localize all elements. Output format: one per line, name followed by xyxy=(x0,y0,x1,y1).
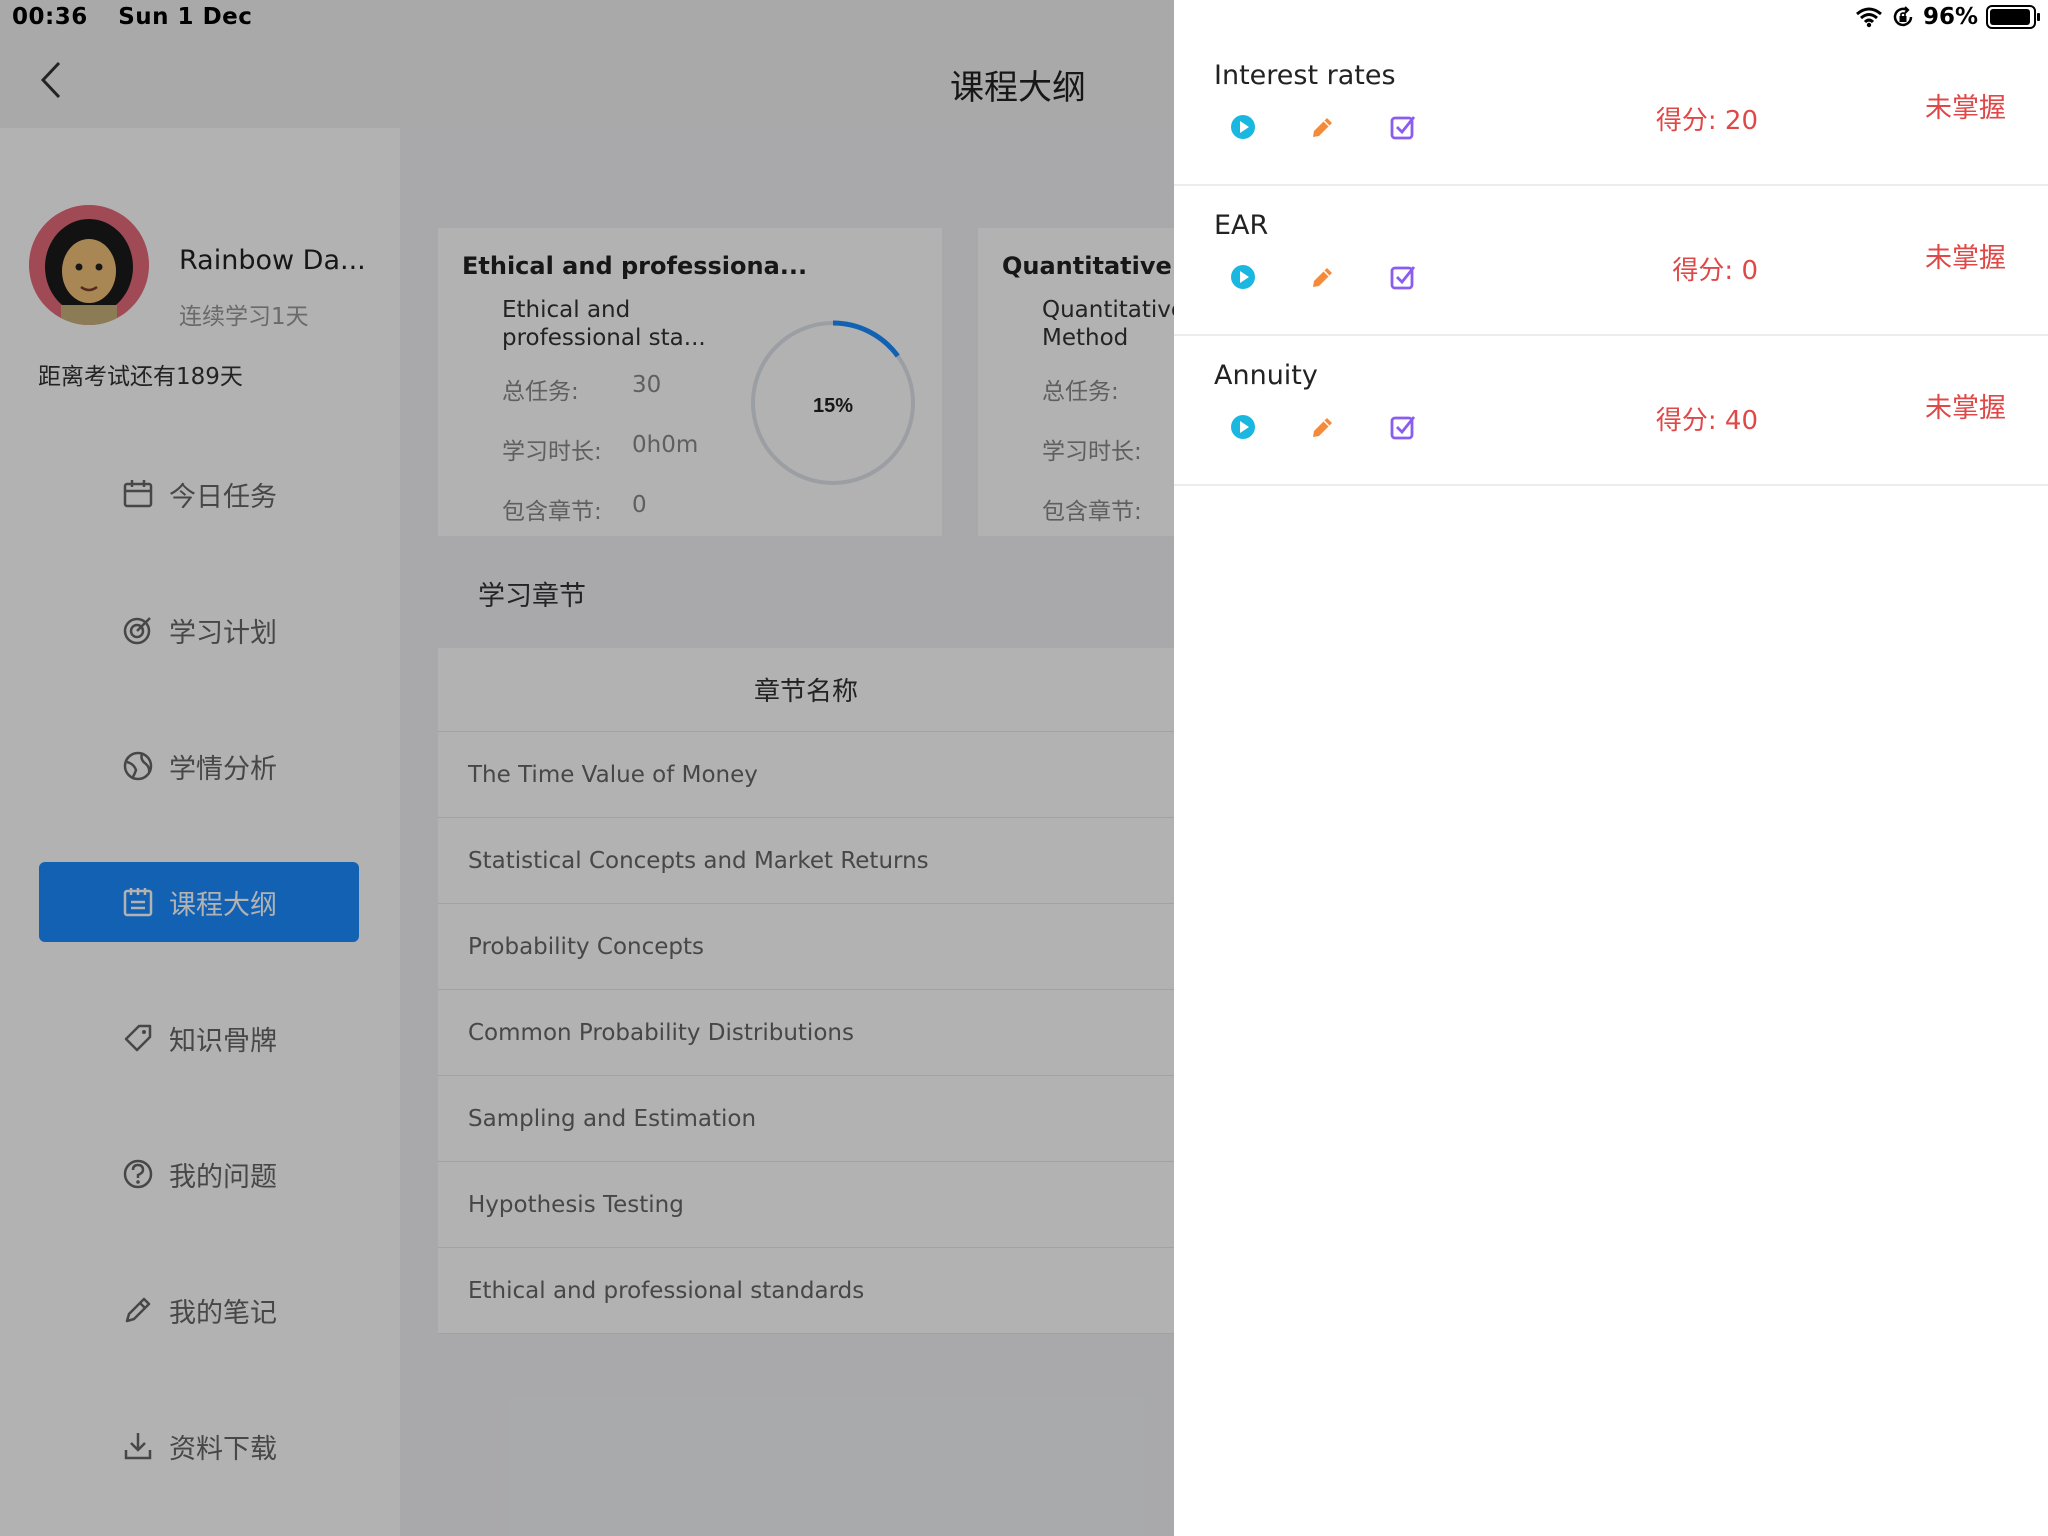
topic-name: EAR xyxy=(1214,210,1269,241)
battery-level xyxy=(1990,9,2031,25)
play-icon[interactable] xyxy=(1228,262,1258,292)
status-bar-right: 96% xyxy=(1847,4,2040,30)
battery-percent: 96% xyxy=(1922,4,1978,30)
topic-name: Annuity xyxy=(1214,360,1318,391)
play-icon[interactable] xyxy=(1228,412,1258,442)
checkbox-icon[interactable] xyxy=(1388,112,1418,142)
topic-score: 得分: 0 xyxy=(1672,256,1758,286)
topic-actions xyxy=(1228,112,1468,142)
mastery-status: 未掌握 xyxy=(1925,93,2006,124)
mastery-status: 未掌握 xyxy=(1925,243,2006,274)
edit-icon[interactable] xyxy=(1308,112,1338,142)
modal-backdrop[interactable] xyxy=(0,0,1174,1536)
checkbox-icon[interactable] xyxy=(1388,262,1418,292)
checkbox-icon[interactable] xyxy=(1388,412,1418,442)
topic-row[interactable]: EAR 得分: 0 未掌握 xyxy=(1174,186,2048,336)
edit-icon[interactable] xyxy=(1308,262,1338,292)
topic-row[interactable]: Interest rates 得分: 20 未掌握 xyxy=(1174,36,2048,186)
battery-icon xyxy=(1986,5,2040,29)
wifi-icon xyxy=(1855,7,1882,28)
topic-score: 得分: 20 xyxy=(1655,106,1758,136)
edit-icon[interactable] xyxy=(1308,412,1338,442)
topic-actions xyxy=(1228,412,1468,442)
topic-actions xyxy=(1228,262,1468,292)
topic-score: 得分: 40 xyxy=(1655,406,1758,436)
play-icon[interactable] xyxy=(1228,112,1258,142)
rotation-lock-icon xyxy=(1893,6,1913,27)
mastery-status: 未掌握 xyxy=(1925,393,2006,424)
topic-row[interactable]: Annuity 得分: 40 未掌握 xyxy=(1174,336,2048,486)
topics-drawer: 96% Interest rates 得分: 20 未掌握 EAR 得分: 0 … xyxy=(1174,0,2048,1536)
topic-name: Interest rates xyxy=(1214,60,1396,91)
